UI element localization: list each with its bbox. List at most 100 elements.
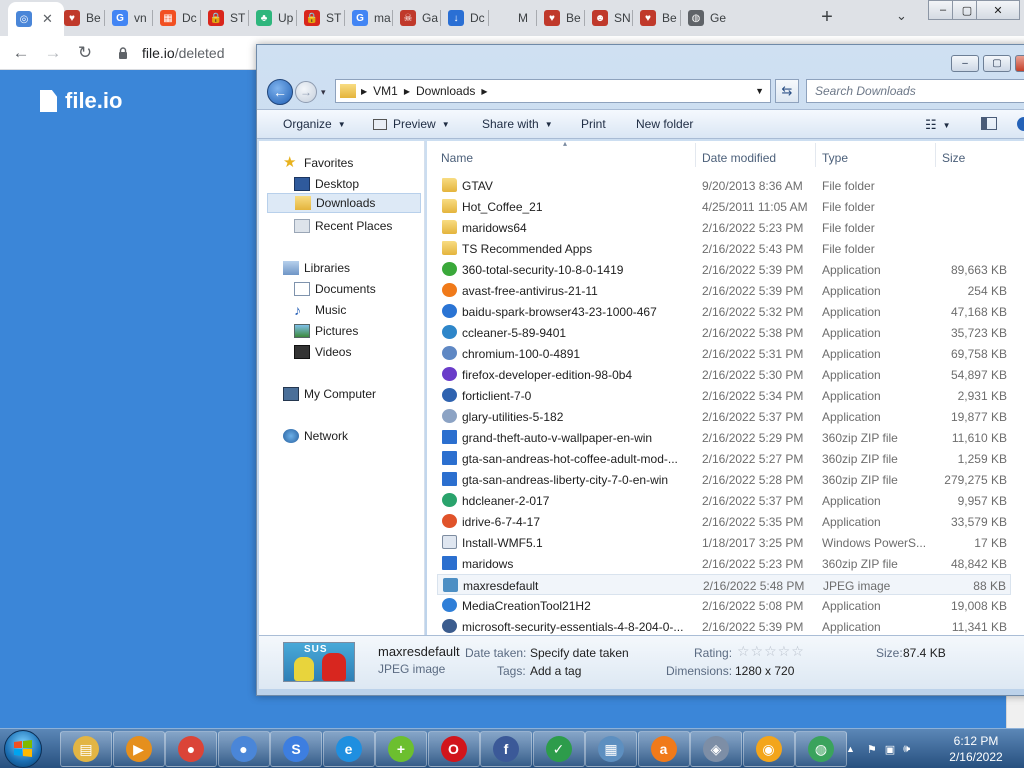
browser-tab[interactable]: ▦ Dc: [152, 4, 200, 32]
change-view-button[interactable]: ☷ ▼: [925, 117, 951, 133]
browser-tab[interactable]: ◍ Ge: [680, 4, 728, 32]
browser-tab[interactable]: ↓ Dc: [440, 4, 488, 32]
clock[interactable]: 6:12 PM 2/16/2022: [940, 733, 1012, 765]
explorer-maximize-button[interactable]: ▢: [983, 55, 1011, 72]
nav-desktop[interactable]: Desktop: [294, 174, 359, 194]
nav-network[interactable]: Network: [283, 426, 348, 446]
column-header-size[interactable]: Size: [942, 151, 965, 165]
breadcrumb-vm1[interactable]: VM1: [373, 84, 398, 98]
file-row[interactable]: chromium-100-0-4891 2/16/2022 5:31 PM Appl…: [437, 343, 1011, 364]
new-tab-button[interactable]: +: [816, 6, 838, 29]
file-row[interactable]: firefox-developer-edition-98-0b4 2/16/202…: [437, 364, 1011, 385]
file-row[interactable]: TS Recommended Apps 2/16/2022 5:43 PM File…: [437, 238, 1011, 259]
taskbar-app-button[interactable]: ▤: [60, 731, 112, 767]
taskbar-app-button[interactable]: ◉: [742, 731, 795, 767]
start-button[interactable]: [4, 730, 42, 768]
taskbar-app-button[interactable]: O: [427, 731, 480, 767]
print-button[interactable]: Print: [581, 117, 606, 131]
column-header-name[interactable]: Name: [441, 151, 473, 165]
reload-icon[interactable]: ↻: [74, 42, 96, 64]
explorer-refresh-icon[interactable]: ⇆: [775, 79, 799, 103]
address-dropdown-icon[interactable]: ▼: [755, 86, 764, 96]
file-row[interactable]: 360-total-security-10-8-0-1419 2/16/2022 …: [437, 259, 1011, 280]
taskbar-app-button[interactable]: ◈: [690, 731, 742, 767]
nav-pictures[interactable]: Pictures: [294, 321, 358, 341]
nav-recent-places[interactable]: Recent Places: [294, 216, 392, 236]
column-divider[interactable]: [815, 143, 816, 167]
site-logo[interactable]: file.io: [40, 88, 122, 114]
taskbar-app-button[interactable]: +: [375, 731, 427, 767]
action-center-icon[interactable]: ⚑: [867, 743, 877, 756]
nav-music[interactable]: ♪ Music: [294, 300, 346, 320]
new-folder-button[interactable]: New folder: [636, 117, 693, 131]
file-row[interactable]: grand-theft-auto-v-wallpaper-en-win 2/16/…: [437, 427, 1011, 448]
file-row[interactable]: maridows64 2/16/2022 5:23 PM File folder: [437, 217, 1011, 238]
organize-button[interactable]: Organize ▼: [283, 117, 346, 131]
file-row[interactable]: avast-free-antivirus-21-11 2/16/2022 5:39…: [437, 280, 1011, 301]
browser-tab[interactable]: 🔒 ST: [200, 4, 248, 32]
tab-search-button[interactable]: ⌄: [896, 8, 907, 24]
taskbar-app-button[interactable]: f: [480, 731, 532, 767]
show-hidden-icons-icon[interactable]: ▲: [846, 744, 855, 754]
file-row[interactable]: GTAV 9/20/2013 8:36 AM File folder: [437, 175, 1011, 196]
file-row[interactable]: baidu-spark-browser43-23-1000-467 2/16/20…: [437, 301, 1011, 322]
preview-button[interactable]: Preview ▼: [373, 117, 450, 131]
browser-tab[interactable]: ☠ Ga: [392, 4, 440, 32]
file-row[interactable]: idrive-6-7-4-17 2/16/2022 5:35 PM Applicat…: [437, 511, 1011, 532]
browser-tab[interactable]: ♥ Be: [536, 4, 584, 32]
preview-pane-button[interactable]: [981, 117, 997, 130]
file-row[interactable]: gta-san-andreas-liberty-city-7-0-en-win 2…: [437, 469, 1011, 490]
forward-arrow-icon[interactable]: →: [42, 42, 64, 64]
taskbar-app-button[interactable]: ✓: [532, 731, 585, 767]
share-with-button[interactable]: Share with ▼: [482, 117, 553, 131]
explorer-forward-icon[interactable]: →: [295, 81, 317, 103]
nav-videos[interactable]: Videos: [294, 342, 351, 362]
browser-tab[interactable]: Gvn: [104, 4, 152, 32]
browser-tab[interactable]: M: [488, 4, 536, 32]
file-row[interactable]: maridows 2/16/2022 5:23 PM 360zip ZIP file…: [437, 553, 1011, 574]
explorer-back-icon[interactable]: ←: [267, 79, 293, 105]
browser-close-button[interactable]: ✕: [976, 0, 1020, 20]
file-row[interactable]: glary-utilities-5-182 2/16/2022 5:37 PM Ap…: [437, 406, 1011, 427]
network-status-icon[interactable]: ▣: [885, 743, 895, 756]
file-row[interactable]: Install-WMF5.1 1/18/2017 3:25 PM Windows P…: [437, 532, 1011, 553]
recent-pages-icon[interactable]: ▾: [321, 87, 326, 98]
column-header-date[interactable]: Date modified: [702, 151, 776, 165]
column-header-type[interactable]: Type: [822, 151, 848, 165]
explorer-close-button[interactable]: ✕: [1015, 55, 1024, 72]
column-divider[interactable]: [695, 143, 696, 167]
taskbar-app-button[interactable]: e: [322, 731, 375, 767]
browser-tab[interactable]: 🔒 ST: [296, 4, 344, 32]
browser-tab[interactable]: ♥ Be: [56, 4, 104, 32]
browser-tab[interactable]: ☻ SN: [584, 4, 632, 32]
taskbar-app-button[interactable]: a: [637, 731, 690, 767]
browser-tab[interactable]: ♣ Up: [248, 4, 296, 32]
file-row[interactable]: MediaCreationTool21H2 2/16/2022 5:08 PM Ap…: [437, 595, 1011, 616]
file-row[interactable]: gta-san-andreas-hot-coffee-adult-mod-...…: [437, 448, 1011, 469]
nav-downloads[interactable]: Downloads: [267, 193, 421, 213]
file-row[interactable]: hdcleaner-2-017 2/16/2022 5:37 PM Applicat…: [437, 490, 1011, 511]
tags-value[interactable]: Add a tag: [530, 664, 581, 678]
breadcrumb-downloads[interactable]: Downloads: [416, 84, 475, 98]
explorer-search-input[interactable]: Search Downloads: [806, 79, 1024, 103]
file-row[interactable]: ccleaner-5-89-9401 2/16/2022 5:38 PM Appli…: [437, 322, 1011, 343]
nav-documents[interactable]: Documents: [294, 279, 376, 299]
file-row[interactable]: forticlient-7-0 2/16/2022 5:34 PM Applicat…: [437, 385, 1011, 406]
taskbar-app-button[interactable]: ◍: [795, 731, 847, 767]
tab-close-icon[interactable]: ✕: [42, 11, 53, 27]
taskbar-app-button[interactable]: ●: [217, 731, 270, 767]
nav-libraries[interactable]: Libraries: [283, 258, 350, 278]
explorer-minimize-button[interactable]: –: [951, 55, 979, 72]
help-button[interactable]: [1017, 117, 1024, 131]
browser-tab[interactable]: Gma: [344, 4, 392, 32]
rating-stars[interactable]: ☆☆☆☆☆: [737, 643, 805, 660]
address-bar[interactable]: file.io/deleted: [142, 45, 225, 61]
explorer-address-bar[interactable]: ▶ VM1 ▶ Downloads ▶ ▼: [335, 79, 771, 103]
file-row[interactable]: maxresdefault 2/16/2022 5:48 PM JPEG image…: [437, 574, 1011, 595]
column-divider[interactable]: [935, 143, 936, 167]
nav-favorites[interactable]: ★ Favorites: [283, 153, 353, 173]
date-taken-value[interactable]: Specify date taken: [530, 646, 629, 660]
taskbar-app-button[interactable]: ▶: [112, 731, 165, 767]
nav-my-computer[interactable]: My Computer: [283, 384, 376, 404]
file-row[interactable]: Hot_Coffee_21 4/25/2011 11:05 AM File fold…: [437, 196, 1011, 217]
